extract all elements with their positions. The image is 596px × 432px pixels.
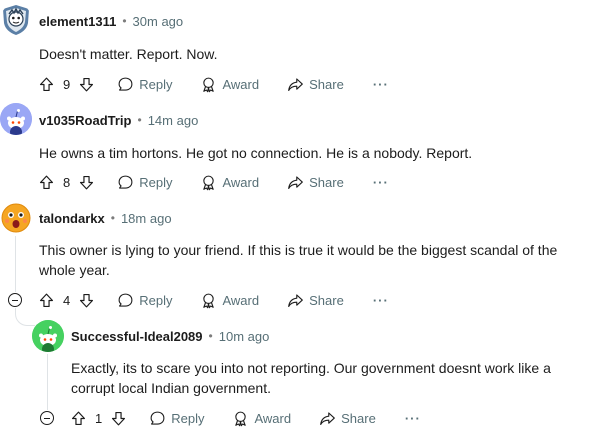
- downvote-icon[interactable]: [78, 174, 95, 191]
- avatar-element1311[interactable]: [0, 4, 32, 36]
- comment-header: v1035RoadTrip • 14m ago: [39, 110, 198, 130]
- award-button[interactable]: Award: [200, 76, 259, 93]
- timestamp[interactable]: 18m ago: [121, 211, 172, 226]
- comment-body: He owns a tim hortons. He got no connect…: [39, 145, 473, 161]
- username[interactable]: element1311: [39, 14, 116, 29]
- upvote-icon[interactable]: [70, 410, 87, 427]
- share-arrow-icon: [288, 77, 303, 91]
- comment-body: This owner is lying to your friend. If t…: [39, 242, 558, 278]
- username[interactable]: Successful-Ideal2089: [71, 329, 203, 344]
- share-label: Share: [341, 410, 376, 426]
- reply-button[interactable]: Reply: [117, 174, 172, 191]
- reply-label: Reply: [171, 410, 205, 426]
- award-label: Award: [222, 292, 260, 308]
- share-arrow-icon: [288, 175, 303, 189]
- comment-bubble-icon: [118, 175, 133, 189]
- reply-button[interactable]: Reply: [117, 292, 172, 309]
- award-label: Award: [222, 174, 260, 190]
- separator: •: [110, 211, 115, 225]
- share-button[interactable]: Share: [319, 410, 376, 427]
- downvote-icon[interactable]: [78, 76, 95, 93]
- timestamp[interactable]: 14m ago: [148, 113, 199, 128]
- snoo-avatar-icon: [0, 103, 32, 135]
- username[interactable]: v1035RoadTrip: [39, 113, 132, 128]
- shield-avatar-icon: [3, 5, 29, 35]
- award-button[interactable]: Award: [232, 410, 291, 427]
- timestamp[interactable]: 10m ago: [219, 329, 270, 344]
- award-label: Award: [222, 76, 260, 92]
- collapse-thread-button[interactable]: [8, 293, 22, 307]
- comment-header: Successful-Ideal2089 • 10m ago: [71, 326, 269, 346]
- comment-header: element1311 • 30m ago: [39, 11, 183, 31]
- share-label: Share: [309, 76, 344, 92]
- award-label: Award: [254, 410, 292, 426]
- share-label: Share: [309, 292, 344, 308]
- vote-count: 8: [63, 174, 71, 190]
- avatar-successful-ideal2089[interactable]: [32, 320, 64, 352]
- reply-label: Reply: [139, 76, 173, 92]
- comment-thread: element1311 • 30m ago Doesn't matter. Re…: [0, 0, 596, 432]
- collapse-thread-button[interactable]: [40, 411, 54, 425]
- vote-count: 9: [63, 76, 71, 92]
- upvote-icon[interactable]: [38, 174, 55, 191]
- thread-line: [15, 236, 16, 292]
- separator: •: [122, 14, 127, 28]
- award-button[interactable]: Award: [200, 174, 259, 191]
- comment-header: talondarkx • 18m ago: [39, 208, 172, 228]
- share-button[interactable]: Share: [287, 76, 344, 93]
- reply-button[interactable]: Reply: [117, 76, 172, 93]
- reply-label: Reply: [139, 292, 173, 308]
- share-button[interactable]: Share: [287, 174, 344, 191]
- username[interactable]: talondarkx: [39, 211, 105, 226]
- vote-group: 1: [70, 410, 127, 427]
- timestamp[interactable]: 30m ago: [133, 14, 184, 29]
- share-label: Share: [309, 174, 344, 190]
- reply-button[interactable]: Reply: [149, 410, 204, 427]
- separator: •: [208, 329, 213, 343]
- vote-count: 1: [95, 410, 103, 426]
- more-options-button[interactable]: ···: [373, 175, 389, 190]
- separator: •: [137, 113, 142, 127]
- share-arrow-icon: [288, 293, 303, 307]
- snoo-avatar-icon: [32, 320, 64, 352]
- comment-body: Exactly, its to scare you into not repor…: [71, 360, 551, 396]
- thread-line: [47, 354, 48, 410]
- comment-actions: 9 Reply Award Share ···: [38, 72, 389, 96]
- comment-bubble-icon: [150, 411, 165, 425]
- comment-actions: 1 Reply Award Share ···: [70, 406, 421, 430]
- surprised-face-icon: [1, 203, 31, 233]
- comment-bubble-icon: [118, 77, 133, 91]
- avatar-v1035roadtrip[interactable]: [0, 103, 32, 135]
- share-button[interactable]: Share: [287, 292, 344, 309]
- thread-connector: [15, 312, 35, 326]
- avatar-talondarkx[interactable]: [0, 202, 32, 234]
- more-options-button[interactable]: ···: [373, 77, 389, 92]
- upvote-icon[interactable]: [38, 292, 55, 309]
- upvote-icon[interactable]: [38, 76, 55, 93]
- vote-group: 4: [38, 292, 95, 309]
- vote-group: 9: [38, 76, 95, 93]
- downvote-icon[interactable]: [110, 410, 127, 427]
- award-icon: [203, 293, 215, 308]
- award-button[interactable]: Award: [200, 292, 259, 309]
- award-icon: [203, 175, 215, 190]
- award-icon: [203, 77, 215, 92]
- comment-body: Doesn't matter. Report. Now.: [39, 46, 218, 62]
- downvote-icon[interactable]: [78, 292, 95, 309]
- more-options-button[interactable]: ···: [405, 411, 421, 426]
- award-icon: [235, 411, 247, 426]
- comment-bubble-icon: [118, 293, 133, 307]
- comment-actions: 4 Reply Award Share ···: [38, 288, 389, 312]
- more-options-button[interactable]: ···: [373, 293, 389, 308]
- reply-label: Reply: [139, 174, 173, 190]
- share-arrow-icon: [320, 411, 335, 425]
- comment-actions: 8 Reply Award Share ···: [38, 170, 389, 194]
- vote-group: 8: [38, 174, 95, 191]
- vote-count: 4: [63, 292, 71, 308]
